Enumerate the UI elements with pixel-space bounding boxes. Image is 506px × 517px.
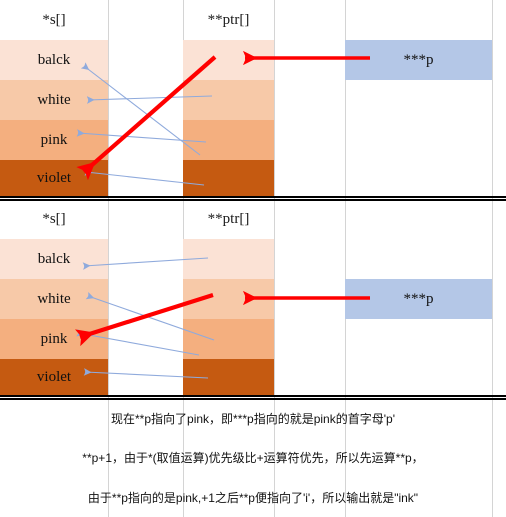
- row-label-pink: pink: [40, 330, 68, 347]
- row-label-pink: pink: [40, 131, 68, 148]
- header-ptr-array: **ptr[]: [207, 210, 250, 227]
- row-label-white: white: [37, 290, 71, 307]
- table-bottom-header-row: *s[] **ptr[]: [0, 199, 506, 239]
- table-row: violet: [0, 359, 506, 395]
- table-top-header-row: *s[] **ptr[]: [0, 0, 506, 40]
- notes-separator-rule: [0, 395, 506, 397]
- table-row: violet: [0, 160, 506, 196]
- header-s-array: *s[]: [42, 210, 66, 227]
- header-s-array: *s[]: [42, 11, 66, 28]
- row-label-white: white: [37, 91, 71, 108]
- row-label-balck: balck: [37, 250, 71, 267]
- row-label-violet: violet: [36, 169, 72, 186]
- pointer-label-p: ***p: [403, 51, 434, 68]
- pointer-label-p: ***p: [403, 290, 434, 307]
- table-row: pink: [0, 120, 506, 160]
- table-row: balck: [0, 239, 506, 279]
- cell-ptr-white: [183, 279, 274, 319]
- cell-ptr-balck: [183, 40, 274, 80]
- cell-ptr-violet: [183, 160, 274, 196]
- cell-ptr-pink: [183, 319, 274, 359]
- spreadsheet-canvas: *s[] **ptr[] balck ***p white pink viole…: [0, 0, 506, 517]
- note-line-2: **p+1，由于*(取值运算)优先级比+运算符优先，所以先运算**p，: [82, 451, 424, 465]
- note-line-1: 现在**p指向了pink，即***p指向的就是pink的首字母'p': [111, 411, 395, 426]
- row-label-violet: violet: [36, 368, 72, 385]
- row-label-balck: balck: [37, 51, 71, 68]
- header-ptr-array: **ptr[]: [207, 11, 250, 28]
- cell-ptr-balck: [183, 239, 274, 279]
- table-separator-rule: [0, 196, 506, 198]
- note-line-3: 由于**p指向的是pink,+1之后**p便指向了'i'，所以输出就是"ink": [87, 491, 419, 505]
- table-row: pink: [0, 319, 506, 359]
- cell-ptr-violet: [183, 359, 274, 395]
- table-row: balck ***p: [0, 40, 506, 80]
- table-row: white: [0, 80, 506, 120]
- cell-ptr-white: [183, 80, 274, 120]
- table-row: white ***p: [0, 279, 506, 319]
- cell-ptr-pink: [183, 120, 274, 160]
